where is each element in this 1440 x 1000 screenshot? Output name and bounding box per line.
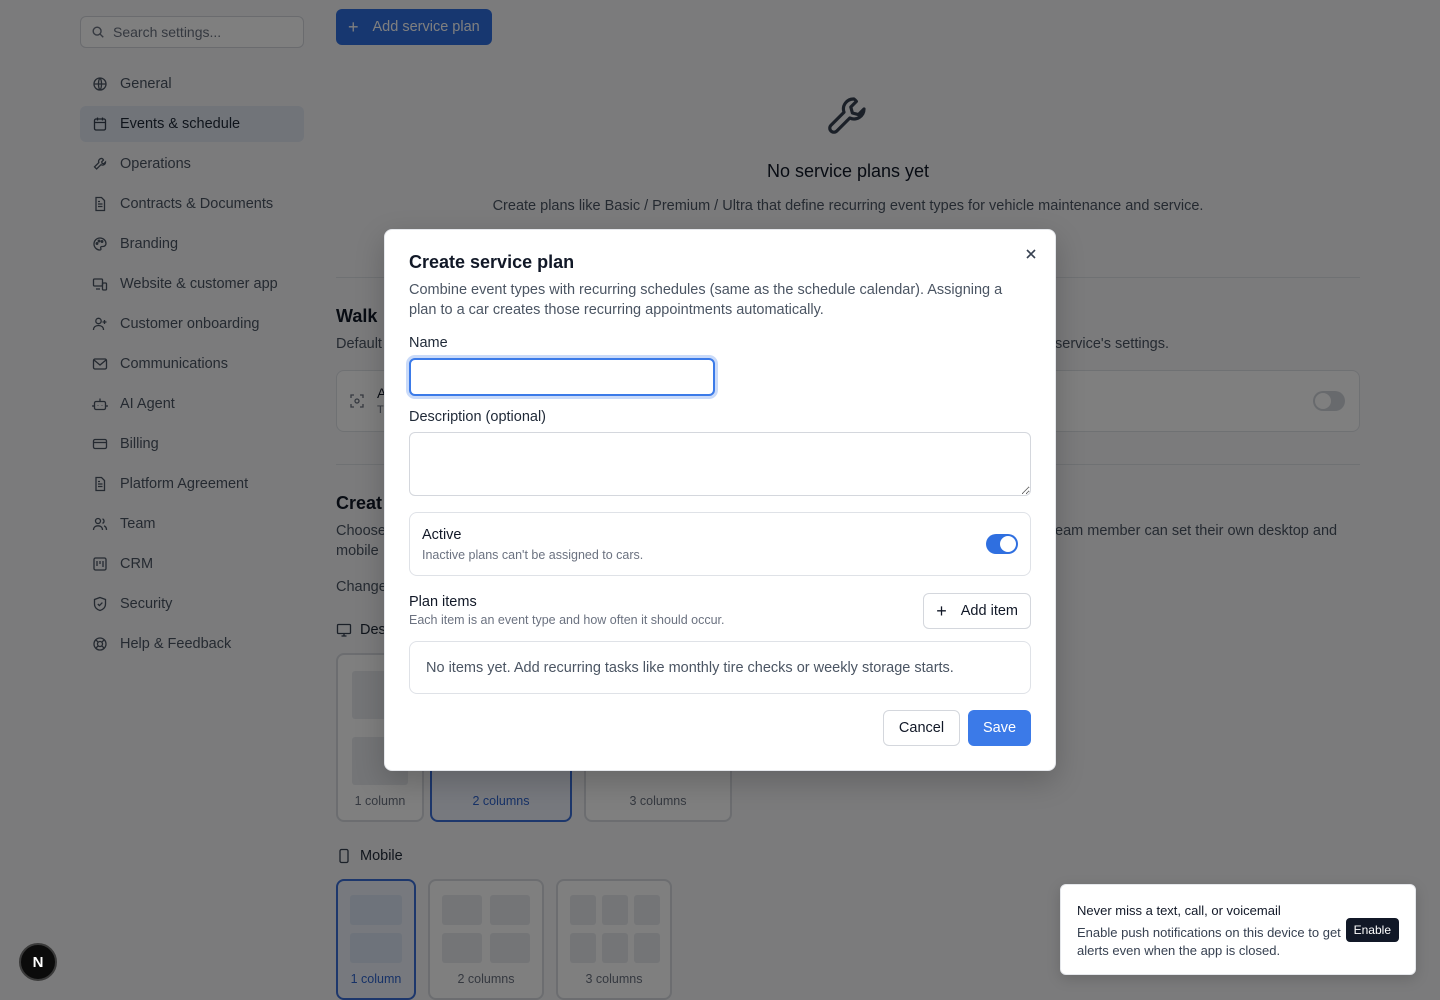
save-button[interactable]: Save [968,710,1031,746]
name-label: Name [409,335,448,351]
toast-title: Never miss a text, call, or voicemail [1077,903,1281,918]
dialog-description: Combine event types with recurring sched… [409,282,1003,318]
plan-items-subtitle: Each item is an event type and how often… [409,613,725,627]
name-field[interactable] [409,358,715,396]
add-item-label: Add item [960,603,1018,619]
description-label: Description (optional) [409,409,547,425]
cancel-button[interactable]: Cancel [883,710,960,746]
dialog-title: Create service plan [409,252,575,272]
active-toggle[interactable] [986,534,1018,554]
active-sublabel: Inactive plans can't be assigned to cars… [422,548,644,562]
plus-icon: + [936,601,947,621]
add-item-button[interactable]: + Add item [923,593,1031,629]
push-notification-toast: Never miss a text, call, or voicemail En… [1060,884,1416,975]
active-label: Active [422,527,462,543]
enable-button[interactable]: Enable [1345,918,1399,942]
plan-items-title: Plan items [409,594,477,610]
no-items-text: No items yet. Add recurring tasks like m… [426,659,954,676]
toast-body: Enable push notifications on this device… [1077,925,1341,958]
create-service-plan-dialog: Create service plan Combine event types … [384,229,1056,771]
description-field[interactable] [409,432,1031,496]
active-setting: Active Inactive plans can't be assigned … [409,512,1031,576]
dev-tools-badge[interactable]: N [19,943,57,981]
close-icon[interactable] [1023,246,1039,262]
plan-items-empty: No items yet. Add recurring tasks like m… [409,641,1031,694]
